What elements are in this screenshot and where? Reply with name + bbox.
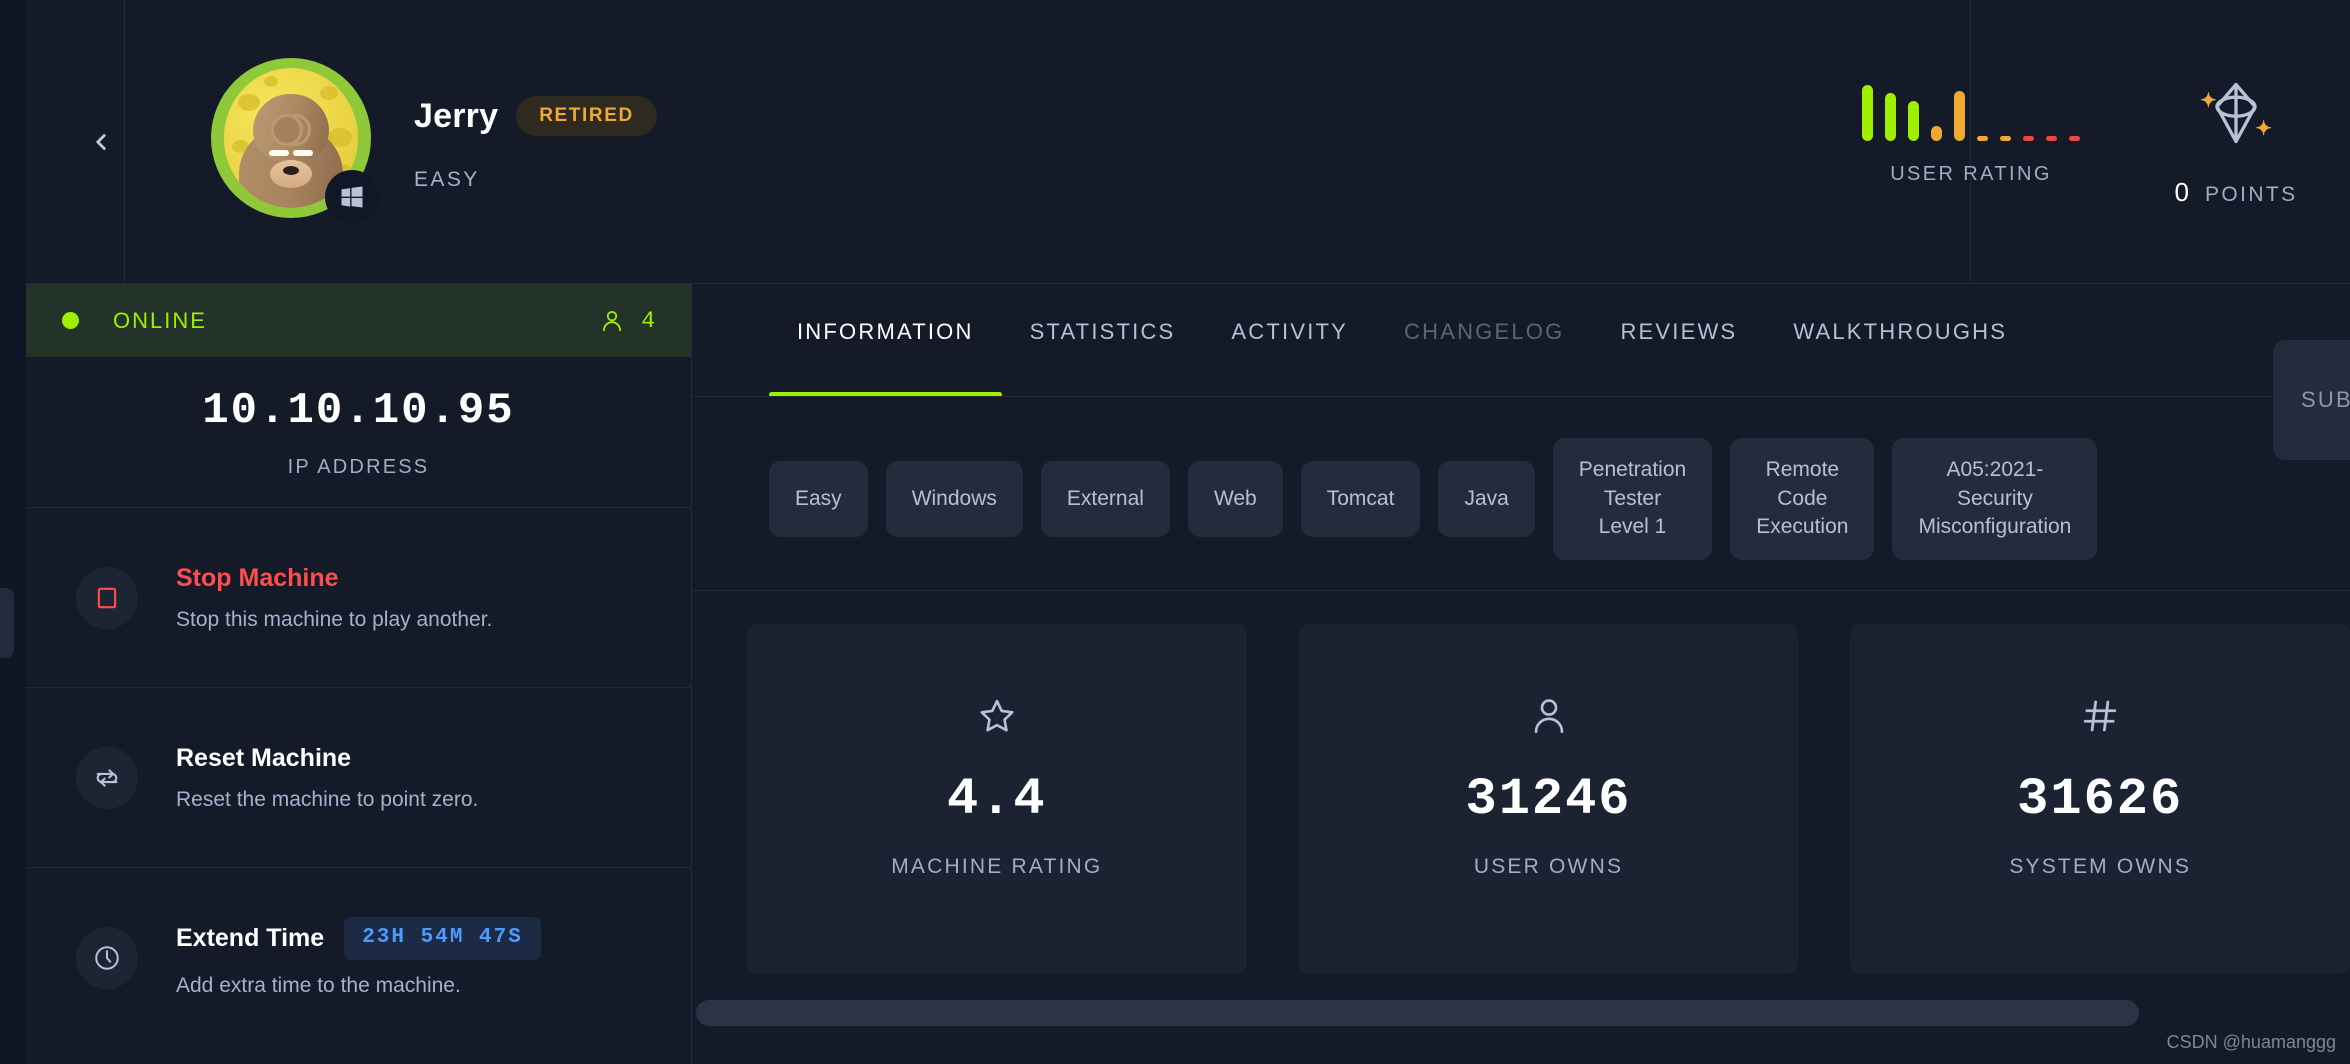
reset-machine-subtitle: Reset the machine to point zero. — [176, 788, 479, 812]
reset-machine-title: Reset Machine — [176, 743, 352, 772]
tag-item[interactable]: Web — [1187, 461, 1283, 537]
clock-icon-wrap — [76, 926, 138, 989]
status-badge: RETIRED — [516, 96, 657, 136]
rating-bar-9 — [2046, 136, 2057, 141]
stop-square-icon — [97, 587, 117, 608]
avatar-head — [253, 94, 329, 188]
rail-drawer-handle[interactable] — [0, 588, 14, 658]
countdown-badge: 23H 54M 47S — [344, 917, 541, 960]
windows-icon — [341, 186, 363, 208]
points-value: 0 — [2174, 177, 2189, 207]
stop-machine-subtitle: Stop this machine to play another. — [176, 608, 493, 632]
watermark: CSDN @huamanggg — [2166, 1032, 2336, 1052]
points-widget: ✦ ✦ 0 POINTS — [2096, 0, 2350, 283]
rating-bar-5 — [1954, 91, 1965, 141]
tag-item[interactable]: Easy — [769, 461, 868, 537]
player-count-group: 4 — [599, 308, 655, 334]
tab-walkthroughs[interactable]: WALKTHROUGHS — [1765, 319, 2035, 397]
ip-address-value: 10.10.10.95 — [202, 385, 515, 436]
tab-activity[interactable]: ACTIVITY — [1203, 319, 1376, 397]
stop-machine-action[interactable]: Stop Machine Stop this machine to play a… — [26, 507, 691, 687]
stop-square-icon-wrap — [76, 566, 138, 629]
rating-bar-6 — [1977, 136, 1988, 141]
player-count: 4 — [641, 307, 655, 334]
submit-flag-label: SUBMIT FLAG — [2301, 387, 2350, 412]
tab-reviews[interactable]: REVIEWS — [1592, 319, 1765, 397]
tag-item[interactable]: Remote Code Execution — [1730, 437, 1875, 561]
main-content: INFORMATION STATISTICS ACTIVITY CHANGELOG RE… — [692, 284, 2350, 1064]
clock-icon — [95, 945, 119, 970]
rating-bar-1 — [1862, 85, 1873, 141]
stat-label: SYSTEM OWNS — [2009, 855, 2192, 878]
rating-bar-3 — [1908, 101, 1919, 141]
gem-icon: ✦ ✦ — [2198, 75, 2274, 151]
rating-bar-2 — [1885, 93, 1896, 141]
tag-item[interactable]: A05:2021- Security Misconfiguration — [1892, 437, 2098, 561]
extend-time-title-row: Extend Time 23H 54M 47S — [176, 917, 541, 960]
stat-card: 4.4 MACHINE RATING — [747, 624, 1247, 974]
tab-changelog[interactable]: CHANGELOG — [1376, 319, 1592, 397]
online-status-bar: ONLINE 4 — [26, 284, 691, 357]
online-label: ONLINE — [113, 307, 207, 333]
points-label: POINTS — [2204, 183, 2298, 206]
back-button[interactable] — [52, 0, 150, 283]
user-icon — [1528, 686, 1570, 746]
tag-item[interactable]: Tomcat — [1300, 461, 1421, 537]
tag-list: Easy Windows External Web Tomcat Java Penetrat… — [692, 434, 2350, 564]
os-badge — [325, 170, 379, 224]
rating-bar-10 — [2069, 136, 2080, 141]
extend-time-subtitle: Add extra time to the machine. — [176, 973, 461, 997]
tab-information[interactable]: INFORMATION — [769, 319, 1002, 397]
stat-value: 31626 — [2017, 770, 2184, 829]
tab-bar: INFORMATION STATISTICS ACTIVITY CHANGELOG RE… — [692, 284, 2350, 397]
avatar[interactable] — [211, 58, 379, 224]
extend-time-title: Extend Time — [176, 923, 325, 952]
stat-card-list: 4.4 MACHINE RATING 31246 USER OWNS 31626 SYST… — [692, 624, 2350, 1024]
tag-item[interactable]: Windows — [885, 461, 1023, 537]
header-identity: Jerry RETIRED EASY USER RATING — [151, 0, 2096, 283]
page-title: Jerry — [414, 96, 499, 135]
tab-bar-border — [692, 396, 2350, 397]
tab-statistics[interactable]: STATISTICS — [1002, 319, 1204, 397]
stat-value: 31246 — [1465, 770, 1632, 829]
page-root: Jerry RETIRED EASY USER RATING ✦ ✦ 0 POI… — [0, 0, 2350, 1064]
ip-address-label: IP ADDRESS — [287, 455, 430, 478]
user-icon — [603, 310, 622, 331]
machine-header: Jerry RETIRED EASY USER RATING ✦ ✦ 0 POI… — [26, 0, 2350, 283]
tag-item[interactable]: Penetration Tester Level 1 — [1552, 437, 1713, 561]
horizontal-scrollbar-thumb[interactable] — [696, 1000, 2139, 1026]
stat-card: 31246 USER OWNS — [1298, 624, 1799, 974]
star-icon — [976, 686, 1018, 746]
hash-icon — [2079, 686, 2121, 746]
rating-bar-7 — [2000, 136, 2011, 141]
left-rail — [0, 0, 26, 1064]
stop-machine-title: Stop Machine — [176, 563, 339, 592]
rating-bar-8 — [2023, 136, 2034, 141]
rating-bar-4 — [1931, 126, 1942, 141]
submit-flag-panel[interactable]: SUBMIT FLAG — [2273, 340, 2350, 460]
tag-list-border — [692, 590, 2350, 591]
reset-machine-action[interactable]: Reset Machine Reset the machine to point… — [26, 687, 691, 867]
stat-label: MACHINE RATING — [891, 855, 1103, 878]
stat-label: USER OWNS — [1473, 855, 1624, 878]
ip-address-block[interactable]: 10.10.10.95 IP ADDRESS — [26, 357, 691, 507]
extend-time-action[interactable]: Extend Time 23H 54M 47S Add extra time t… — [26, 867, 691, 1047]
tag-item[interactable]: External — [1040, 461, 1170, 537]
status-dot-icon — [62, 312, 79, 329]
reset-arrows-icon-wrap — [76, 746, 138, 809]
reset-arrows-icon — [96, 768, 118, 787]
difficulty-label: EASY — [414, 168, 480, 191]
machine-title-row: Jerry RETIRED — [414, 96, 657, 136]
stat-value: 4.4 — [947, 770, 1047, 829]
machine-sidebar: ONLINE 4 10.10.10.95 IP ADDRESS Stop Mac… — [26, 284, 691, 1064]
tag-item[interactable]: Java — [1438, 461, 1535, 537]
stat-card: 31626 SYSTEM OWNS — [1850, 624, 2350, 974]
chevron-left-icon — [96, 133, 106, 150]
